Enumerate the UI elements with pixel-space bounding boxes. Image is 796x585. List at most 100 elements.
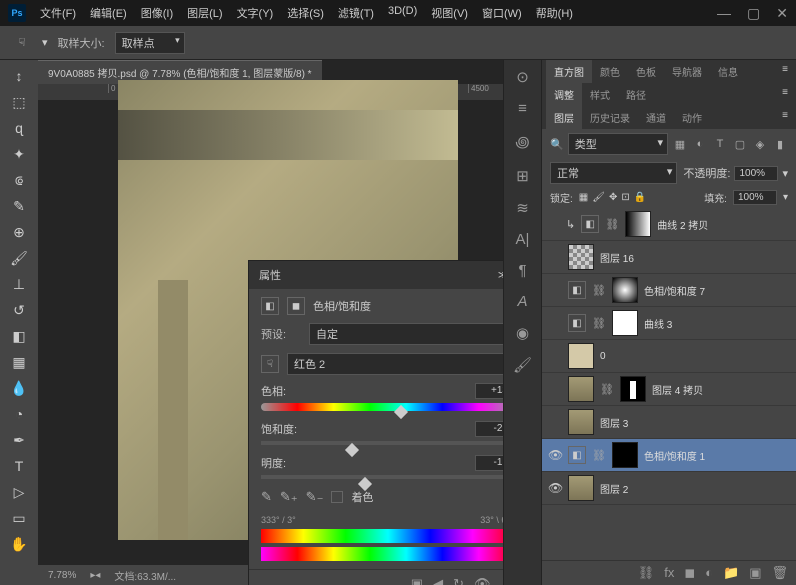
filter-smart-icon[interactable]: ◈ [752, 137, 768, 151]
hue-bar-top[interactable] [261, 529, 503, 543]
current-tool-icon[interactable]: ☟ [12, 33, 32, 53]
lock-artboard-icon[interactable]: ⊡ [621, 192, 629, 203]
collapse-icon[interactable]: ≫ ≡ [498, 270, 503, 281]
layer-row[interactable]: ↳ ◧ ⛓ 曲线 2 拷贝 [542, 208, 796, 241]
colorize-checkbox[interactable] [331, 491, 343, 503]
strip-icon-8[interactable]: A [517, 293, 527, 310]
mask-thumb[interactable] [620, 376, 646, 402]
zoom-level[interactable]: 7.78% [48, 570, 76, 581]
blur-tool[interactable]: 💧 [7, 376, 31, 400]
minimize-button[interactable]: — [717, 5, 731, 22]
filter-image-icon[interactable]: ▦ [672, 137, 688, 151]
saturation-slider[interactable] [261, 441, 503, 445]
layer-thumb[interactable] [568, 244, 594, 270]
eraser-tool[interactable]: ◧ [7, 324, 31, 348]
shape-tool[interactable]: ▭ [7, 506, 31, 530]
strip-icon-7[interactable]: ¶ [518, 262, 526, 279]
lock-brush-icon[interactable]: 🖌 [592, 192, 605, 203]
filter-type-dropdown[interactable]: 类型 [568, 133, 668, 155]
tab-color[interactable]: 颜色 [592, 60, 628, 83]
filter-shape-icon[interactable]: ▢ [732, 137, 748, 151]
strip-icon-6[interactable]: A| [516, 231, 530, 248]
menu-type[interactable]: 文字(Y) [231, 1, 280, 25]
menu-layer[interactable]: 图层(L) [181, 1, 228, 25]
strip-icon-1[interactable]: ⊙ [516, 68, 529, 86]
close-button[interactable]: ✕ [776, 5, 788, 22]
lock-pixels-icon[interactable]: ▦ [579, 192, 588, 203]
type-tool[interactable]: T [7, 454, 31, 478]
search-icon[interactable]: 🔍 [550, 138, 564, 151]
adjustment-icon[interactable]: ◐ [705, 565, 713, 581]
properties-header[interactable]: 属性 ≫ ≡ [249, 261, 503, 289]
opacity-input[interactable]: 100% [734, 166, 778, 181]
move-tool[interactable]: ↕ [7, 64, 31, 88]
strip-icon-3[interactable]: ꩜ [515, 131, 529, 153]
finger-icon[interactable]: ☟ [261, 355, 279, 373]
tab-history[interactable]: 历史记录 [582, 106, 638, 129]
mask-thumb[interactable] [612, 310, 638, 336]
trash-icon[interactable]: 🗑 [500, 576, 503, 585]
hand-tool[interactable]: ✋ [7, 532, 31, 556]
menu-help[interactable]: 帮助(H) [530, 1, 579, 25]
menu-view[interactable]: 视图(V) [425, 1, 474, 25]
strip-icon-5[interactable]: ≋ [516, 199, 529, 217]
lightness-value[interactable]: -18 [475, 455, 503, 471]
panel-menu-icon-3[interactable]: ≡ [778, 106, 792, 129]
doc-info[interactable]: 文档:63.3M/... [114, 568, 176, 583]
filter-type-icon[interactable]: T [712, 137, 728, 151]
lock-all-icon[interactable]: 🔒 [634, 192, 646, 203]
hue-bar-bottom[interactable] [261, 547, 503, 561]
delete-icon[interactable]: 🗑 [771, 565, 788, 581]
mask-thumb[interactable] [612, 277, 638, 303]
visibility-icon[interactable]: 👁 [474, 576, 491, 585]
marquee-tool[interactable]: ⬚ [7, 90, 31, 114]
eyedropper-tool[interactable]: ✎ [7, 194, 31, 218]
tab-actions[interactable]: 动作 [674, 106, 710, 129]
layer-thumb[interactable] [568, 343, 594, 369]
group-icon[interactable]: 📁 [723, 565, 739, 581]
dodge-tool[interactable]: ◔ [7, 402, 31, 426]
saturation-value[interactable]: -29 [475, 421, 503, 437]
filter-toggle-icon[interactable]: ▮ [772, 137, 788, 151]
menu-3d[interactable]: 3D(D) [382, 1, 423, 25]
healing-tool[interactable]: ⊕ [7, 220, 31, 244]
visibility-toggle[interactable]: 👁 [548, 481, 562, 495]
lightness-slider[interactable] [261, 475, 503, 479]
menu-filter[interactable]: 滤镜(T) [332, 1, 380, 25]
tab-channels[interactable]: 通道 [638, 106, 674, 129]
gradient-tool[interactable]: ▦ [7, 350, 31, 374]
history-brush-tool[interactable]: ↺ [7, 298, 31, 322]
path-select-tool[interactable]: ▷ [7, 480, 31, 504]
preset-dropdown[interactable]: 自定 [309, 323, 503, 345]
tab-info[interactable]: 信息 [710, 60, 746, 83]
menu-select[interactable]: 选择(S) [281, 1, 330, 25]
mask-thumb[interactable] [625, 211, 651, 237]
hue-value[interactable]: +13 [475, 383, 503, 399]
tab-adjustments[interactable]: 调整 [546, 83, 582, 106]
brush-tool[interactable]: 🖌 [7, 246, 31, 270]
tab-swatches[interactable]: 色板 [628, 60, 664, 83]
lasso-tool[interactable]: ɋ [7, 116, 31, 140]
filter-adj-icon[interactable]: ◐ [692, 137, 708, 151]
visibility-toggle[interactable]: 👁 [548, 448, 562, 462]
reset-icon[interactable]: ↻ [453, 576, 464, 585]
stamp-tool[interactable]: ⊥ [7, 272, 31, 296]
link-layers-icon[interactable]: ⛓ [638, 565, 655, 581]
strip-icon-2[interactable]: ≡ [518, 100, 527, 117]
mask-thumb[interactable] [612, 442, 638, 468]
sample-size-dropdown[interactable]: 取样点 [115, 32, 185, 54]
fill-input[interactable]: 100% [733, 190, 777, 205]
layer-row[interactable]: ◧ ⛓ 曲线 3 [542, 307, 796, 340]
panel-menu-icon-2[interactable]: ≡ [778, 83, 792, 106]
eyedropper-icon[interactable]: ✎ [261, 489, 272, 505]
magic-wand-tool[interactable]: ✦ [7, 142, 31, 166]
eyedropper-minus-icon[interactable]: ✎₋ [306, 489, 324, 505]
prev-icon[interactable]: ◀ [433, 576, 443, 585]
menu-window[interactable]: 窗口(W) [476, 1, 528, 25]
new-layer-icon[interactable]: ▣ [749, 565, 761, 581]
pen-tool[interactable]: ✒ [7, 428, 31, 452]
lock-position-icon[interactable]: ✥ [609, 192, 617, 203]
strip-icon-9[interactable]: ◉ [516, 324, 529, 342]
layer-row[interactable]: 👁 ◧ ⛓ 色相/饱和度 1 [542, 439, 796, 472]
crop-tool[interactable]: ⟃ [7, 168, 31, 192]
